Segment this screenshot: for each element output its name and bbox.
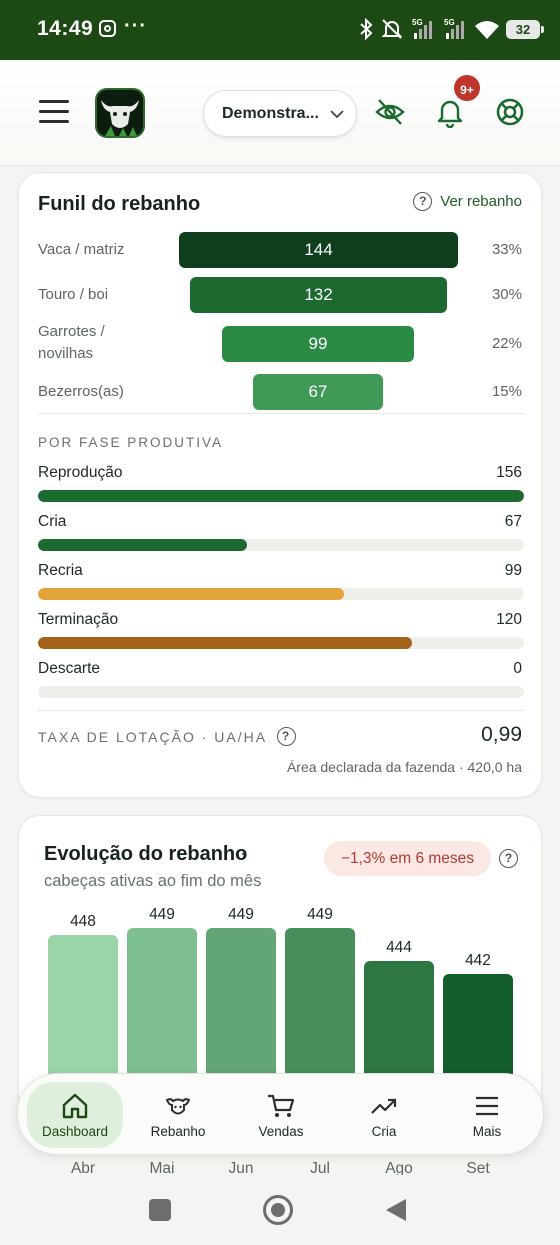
back-button[interactable]: [384, 1197, 408, 1223]
phase-label: Reprodução: [38, 464, 123, 481]
nav-label: Cria: [371, 1124, 397, 1139]
nav-label: Rebanho: [150, 1124, 206, 1139]
evolution-title: Evolução do rebanho: [44, 843, 248, 865]
funnel-bar: 99: [222, 326, 414, 362]
funnel-row-pct: 30%: [491, 286, 522, 303]
status-time: 14:49: [37, 17, 94, 40]
menu-icon[interactable]: [39, 100, 69, 124]
farm-area-note: Área declarada da fazenda · 420,0 ha: [286, 759, 522, 775]
funnel-row-label: Bezerros(as): [38, 383, 124, 400]
phase-value: 99: [504, 562, 522, 579]
chart-data-label: 449: [307, 906, 333, 923]
funnel-row-pct: 15%: [491, 383, 522, 400]
home-button-dot: [271, 1203, 285, 1217]
phase-label: Terminação: [38, 611, 119, 628]
bottom-navigation: Dashboard Rebanho Vendas Cria Mais: [17, 1073, 544, 1155]
help-icon[interactable]: ?: [499, 849, 518, 868]
funnel-row-pct: 22%: [491, 335, 522, 352]
home-icon: [62, 1093, 88, 1119]
funnel-row-label: Garrotes / novilhas: [38, 323, 105, 362]
chart-data-label: 449: [228, 906, 254, 923]
phase-fill: [38, 588, 345, 600]
funnel-row-label: Vaca / matriz: [38, 241, 125, 258]
phase-value: 0: [513, 660, 522, 677]
recents-button[interactable]: [149, 1199, 171, 1221]
notification-badge: 9+: [452, 73, 482, 103]
instagram-icon: [99, 20, 116, 37]
funnel-bar: 132: [190, 277, 447, 313]
battery-indicator: 32: [506, 19, 544, 39]
funnel-bar: 144: [179, 232, 458, 268]
evolution-subtitle: cabeças ativas ao fim do mês: [44, 872, 262, 890]
nav-sales[interactable]: Vendas: [233, 1082, 329, 1148]
phase-label: Recria: [38, 562, 83, 579]
phase-fill: [38, 539, 247, 551]
signal-5g-icon: 5G: [444, 18, 464, 39]
nav-herd[interactable]: Rebanho: [130, 1082, 226, 1148]
cart-icon: [268, 1094, 295, 1117]
divider: [38, 710, 524, 711]
bluetooth-icon: [360, 18, 373, 40]
phase-fill: [38, 637, 413, 649]
chart-data-label: 444: [386, 939, 412, 957]
bull-logo-image: [101, 100, 139, 136]
chart-data-label: 442: [465, 952, 491, 970]
phase-progress-bar: [38, 588, 524, 600]
phase-value: 156: [496, 464, 522, 481]
phase-fill: [38, 490, 524, 502]
help-icon[interactable]: ?: [277, 727, 297, 746]
wifi-icon: [475, 21, 499, 39]
chart-data-label: 448: [70, 912, 96, 930]
farm-selector-value: Demonstra...: [222, 105, 319, 122]
system-status-icons: 5G 5G 32: [358, 14, 544, 44]
system-navigation-bar: [0, 1175, 560, 1245]
nav-label: Dashboard: [41, 1124, 109, 1139]
more-icon: ···: [124, 15, 147, 37]
help-icon[interactable]: ?: [413, 192, 433, 211]
divider: [38, 413, 524, 414]
stocking-rate-heading: TAXA DE LOTAÇÃO · UA/HA ?: [38, 727, 297, 746]
phase-progress-bar: [38, 490, 524, 502]
bull-logo[interactable]: [95, 88, 145, 138]
title-separator: ·: [240, 843, 246, 863]
funnel-title: Funil do rebanho: [38, 193, 201, 215]
funnel-bar: 67: [253, 374, 383, 410]
home-button[interactable]: [263, 1195, 293, 1225]
nav-more[interactable]: Mais: [439, 1082, 535, 1148]
nav-label: Mais: [472, 1124, 502, 1139]
menu-icon: [476, 1096, 498, 1116]
mute-icon: [381, 19, 403, 39]
signal-5g-icon: 5G: [412, 18, 432, 39]
funnel-row-pct: 33%: [491, 241, 522, 258]
farm-selector[interactable]: Demonstra...: [203, 90, 357, 137]
trending-up-icon: [371, 1098, 397, 1114]
view-herd-link[interactable]: ? Ver rebanho: [413, 192, 522, 211]
phase-label: Cria: [38, 513, 67, 530]
herd-funnel-card: Funil do rebanho ? Ver rebanho Vaca / ma…: [18, 172, 542, 798]
phase-value: 67: [504, 513, 522, 530]
phase-progress-bar: [38, 539, 524, 551]
app-header: Demonstra... 9+: [0, 60, 560, 166]
stocking-rate-label: TAXA DE LOTAÇÃO · UA/HA: [38, 728, 268, 745]
chart-data-label: 449: [149, 906, 175, 923]
change-badge: −1,3% em 6 meses: [324, 841, 491, 876]
phase-progress-bar: [38, 686, 524, 698]
nav-dashboard[interactable]: Dashboard: [27, 1082, 123, 1148]
phase-label: Descarte: [38, 660, 101, 677]
svg-text:5G: 5G: [444, 18, 455, 27]
nav-label: Vendas: [258, 1124, 304, 1139]
stocking-rate-value: 0,99: [481, 723, 522, 746]
phase-value: 120: [496, 611, 522, 628]
funnel-row-label: Touro / boi: [38, 286, 109, 303]
svg-text:5G: 5G: [412, 18, 423, 27]
nav-breeding[interactable]: Cria: [336, 1082, 432, 1148]
phase-heading: POR FASE PRODUTIVA: [38, 435, 224, 450]
view-herd-label: Ver rebanho: [440, 193, 522, 210]
cow-icon: [165, 1098, 191, 1115]
phase-progress-bar: [38, 637, 524, 649]
eye-off-icon[interactable]: [374, 96, 406, 128]
status-bar: 14:49 ··· 5G 5G 32: [0, 0, 560, 60]
lifebuoy-icon[interactable]: [494, 96, 526, 128]
chevron-down-icon: [330, 110, 344, 119]
